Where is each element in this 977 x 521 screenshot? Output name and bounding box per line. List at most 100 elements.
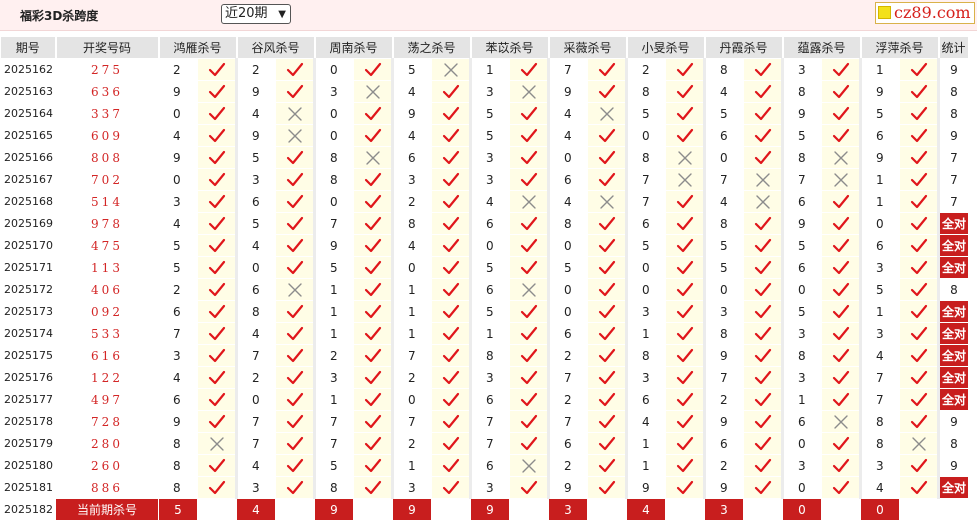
check-icon [431,432,472,455]
kill-number-cell: 8 [314,168,354,191]
period-select[interactable]: 近20期 ▼ [221,4,291,24]
kill-number-cell: 5 [470,300,510,323]
cross-icon [587,190,628,213]
kill-number-cell: 5 [470,124,510,147]
kill-number-cell: 8 [158,454,198,477]
check-icon [821,212,862,235]
check-icon [899,344,940,367]
kill-number-cell: 4 [392,234,432,257]
kill-number-cell: 9 [314,234,354,257]
kill-number-cell: 2 [158,278,198,301]
kill-number-cell: 7 [704,168,744,191]
kill-number-cell: 0 [158,168,198,191]
kill-number-cell: 9 [860,146,900,169]
kill-number-cell: 8 [314,146,354,169]
check-icon [197,300,238,323]
kill-number-cell: 6 [392,146,432,169]
kill-number-cell: 0 [470,234,510,257]
issue-cell: 2025163 [0,80,56,103]
kill-span-table: 期号 开奖号码 鸿雁杀号 谷风杀号 周南杀号 荡之杀号 苯苡杀号 采薇杀号 小旻杀号 丹霞杀号 蕴露… [0,36,970,521]
check-icon [821,476,862,499]
check-icon [197,256,238,279]
all-correct-badge: 全对 [938,256,969,279]
kill-number-cell: 2 [392,190,432,213]
kill-number-cell: 9 [158,80,198,103]
kill-number-cell: 7 [314,432,354,455]
current-kill-number: 4 [626,498,666,521]
current-issue-cell: 2025182 [0,498,56,521]
kill-number-cell: 1 [782,388,822,411]
issue-cell: 2025169 [0,212,56,235]
cross-icon [353,80,394,103]
kill-number-cell: 7 [860,366,900,389]
check-icon [743,212,784,235]
check-icon [353,366,394,389]
kill-number-cell: 8 [236,300,276,323]
all-correct-badge: 全对 [938,476,969,499]
kill-number-cell: 3 [236,476,276,499]
site-logo[interactable]: cz89.com [875,2,975,24]
stat-cell: 7 [938,168,969,191]
kill-number-cell: 8 [158,432,198,455]
kill-number-cell: 7 [236,344,276,367]
kill-number-cell: 3 [782,322,822,345]
issue-cell: 2025162 [0,58,56,81]
check-icon [665,256,706,279]
check-icon [431,410,472,433]
stat-cell: 8 [938,278,969,301]
check-icon [197,388,238,411]
kill-number-cell: 4 [548,124,588,147]
check-icon [665,234,706,257]
column-header: 谷风杀号 [236,36,316,59]
table-row: 2025179 280 8 7 7 2 7 6 1 6 0 8 8 [0,432,969,455]
check-icon [353,278,394,301]
issue-cell: 2025165 [0,124,56,147]
check-icon [665,124,706,147]
kill-number-cell: 2 [704,454,744,477]
check-icon [197,454,238,477]
kill-number-cell: 8 [392,212,432,235]
check-icon [821,102,862,125]
check-icon [509,168,550,191]
check-icon [275,300,316,323]
check-icon [353,454,394,477]
issue-cell: 2025167 [0,168,56,191]
check-icon [275,322,316,345]
table-row: 2025165 609 4 9 0 4 5 4 0 6 5 6 9 [0,124,969,147]
all-correct-badge: 全对 [938,388,969,411]
column-header: 开奖号码 [55,36,160,59]
check-icon [899,168,940,191]
cross-icon [821,410,862,433]
check-icon [899,58,940,81]
kill-number-cell: 0 [782,476,822,499]
cross-icon [275,124,316,147]
kill-number-cell: 7 [470,432,510,455]
table-row: 2025171 113 5 0 5 0 5 5 0 5 6 3 全对 [0,256,969,279]
kill-number-cell: 8 [626,344,666,367]
issue-cell: 2025164 [0,102,56,125]
kill-number-cell: 0 [392,256,432,279]
check-icon [431,366,472,389]
kill-number-cell: 3 [626,300,666,323]
kill-number-cell: 0 [548,234,588,257]
table-row: 2025169 978 4 5 7 8 6 8 6 8 9 0 全对 [0,212,969,235]
kill-number-cell: 6 [782,256,822,279]
check-icon [821,388,862,411]
current-blank-cell [743,498,783,521]
check-icon [899,454,940,477]
kill-number-cell: 7 [782,168,822,191]
check-icon [821,256,862,279]
kill-number-cell: 6 [470,212,510,235]
kill-number-cell: 3 [782,58,822,81]
issue-cell: 2025175 [0,344,56,367]
winning-number-cell: 728 [55,410,159,433]
kill-number-cell: 6 [626,388,666,411]
top-bar: 福彩3D杀跨度 近20期 ▼ cz89.com [0,0,977,31]
kill-number-cell: 5 [470,102,510,125]
check-icon [431,102,472,125]
kill-number-cell: 6 [236,278,276,301]
kill-number-cell: 7 [158,322,198,345]
check-icon [821,344,862,367]
kill-number-cell: 4 [158,212,198,235]
check-icon [197,234,238,257]
